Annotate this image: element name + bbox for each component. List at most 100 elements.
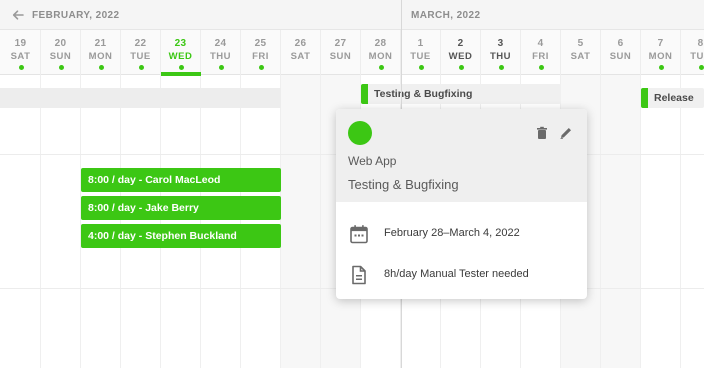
grid-column-line [680,75,681,368]
day-column-23-wed[interactable]: 23 WED [161,30,201,76]
availability-dot [139,65,144,70]
day-column-7-mon[interactable]: 7 MON [641,30,681,75]
pencil-icon[interactable] [558,125,574,141]
availability-dot [99,65,104,70]
grid-column-line [200,75,201,368]
day-column-27-sun[interactable]: 27 SUN [321,30,361,75]
grid-column-line [600,75,601,368]
popover-header: Web App Testing & Bugfixing [336,109,587,202]
availability-dot [699,65,704,70]
popover-date-row: February 28–March 4, 2022 [348,223,578,245]
day-column-3-thu[interactable]: 3 THU [481,30,521,75]
assignment-jake-berry[interactable]: 8:00 / day - Jake Berry [81,196,281,220]
grid-column-line [40,75,41,368]
popover-event-title: Testing & Bugfixing [348,177,459,192]
day-number: 3 [497,38,504,49]
assignment-stephen-buckland[interactable]: 4:00 / day - Stephen Buckland [81,224,281,248]
day-column-5-sat[interactable]: 5 SAT [561,30,601,75]
day-number: 20 [54,38,67,49]
arrow-left-icon[interactable] [11,8,25,22]
day-number: 27 [334,38,347,49]
day-number: 25 [254,38,267,49]
popover-note: 8h/day Manual Tester needed [384,268,529,280]
availability-dot [379,65,384,70]
day-number: 26 [294,38,307,49]
availability-dot [459,65,464,70]
day-number: 1 [417,38,424,49]
day-name: FRI [252,51,269,62]
availability-dot [419,65,424,70]
popover-project-name: Web App [348,154,397,168]
day-column-28-mon[interactable]: 28 MON [361,30,401,75]
month-header: FEBRUARY, 2022 MARCH, 2022 [0,0,704,30]
day-column-22-tue[interactable]: 22 TUE [121,30,161,75]
day-column-2-wed[interactable]: 2 WED [441,30,481,75]
day-name: SAT [10,51,31,62]
day-column-6-sun[interactable]: 6 SUN [601,30,641,75]
today-indicator [161,72,201,76]
grid-column-line [640,75,641,368]
event-release[interactable]: Release [641,88,704,108]
day-number: 7 [657,38,664,49]
day-name: SUN [609,51,632,62]
day-header: 19 SAT 20 SUN 21 MON 22 TUE 23 WED 24 THU 25 FRI 26 SAT… [0,30,704,76]
day-name: SAT [570,51,591,62]
grid-column-line [280,75,281,368]
day-number: 5 [577,38,584,49]
day-number: 21 [94,38,107,49]
day-number: 28 [374,38,387,49]
day-name: MON [648,51,673,62]
day-name: THU [489,51,512,62]
day-name: WED [448,51,473,62]
document-icon [352,265,366,285]
day-column-20-sun[interactable]: 20 SUN [41,30,81,75]
day-number: 19 [14,38,27,49]
grid-column-line [240,75,241,368]
month-label-february: FEBRUARY, 2022 [32,10,120,21]
availability-dot [59,65,64,70]
availability-dot [659,65,664,70]
popover-date-range: February 28–March 4, 2022 [384,227,520,239]
grid-column-line [120,75,121,368]
day-name: WED [168,51,193,62]
day-number: 24 [214,38,227,49]
day-column-26-sat[interactable]: 26 SAT [281,30,321,75]
day-column-25-fri[interactable]: 25 FRI [241,30,281,75]
day-name: MON [88,51,113,62]
day-column-8-tue[interactable]: 8 TUE [681,30,704,75]
day-column-24-thu[interactable]: 24 THU [201,30,241,75]
day-column-1-tue[interactable]: 1 TUE [401,30,441,75]
availability-dot [179,65,184,70]
day-number: 4 [537,38,544,49]
day-name: TUE [690,51,704,62]
day-column-4-fri[interactable]: 4 FRI [521,30,561,75]
project-row-band [0,88,281,108]
day-name: TUE [410,51,431,62]
availability-dot [259,65,264,70]
calendar-icon [350,225,368,244]
day-name: SUN [49,51,72,62]
resource-planner: Testing & Bugfixing Release 8:00 / day -… [0,0,704,368]
day-name: TUE [130,51,151,62]
day-name: THU [209,51,232,62]
project-color-dot [348,121,372,145]
day-name: MON [368,51,393,62]
availability-dot [219,65,224,70]
day-column-19-sat[interactable]: 19 SAT [1,30,41,75]
availability-dot [499,65,504,70]
assignment-carol-macleod[interactable]: 8:00 / day - Carol MacLeod [81,168,281,192]
day-name: FRI [532,51,549,62]
trash-icon[interactable] [534,125,550,141]
availability-dot [19,65,24,70]
day-name: SUN [329,51,352,62]
month-label-march: MARCH, 2022 [411,10,481,21]
day-number: 8 [697,38,704,49]
popover-note-row: 8h/day Manual Tester needed [348,264,578,286]
availability-dot [539,65,544,70]
grid-column-line [160,75,161,368]
grid-column-line [320,75,321,368]
grid-column-line [80,75,81,368]
event-testing-bugfixing[interactable]: Testing & Bugfixing [361,84,561,104]
day-number: 2 [457,38,464,49]
day-column-21-mon[interactable]: 21 MON [81,30,121,75]
